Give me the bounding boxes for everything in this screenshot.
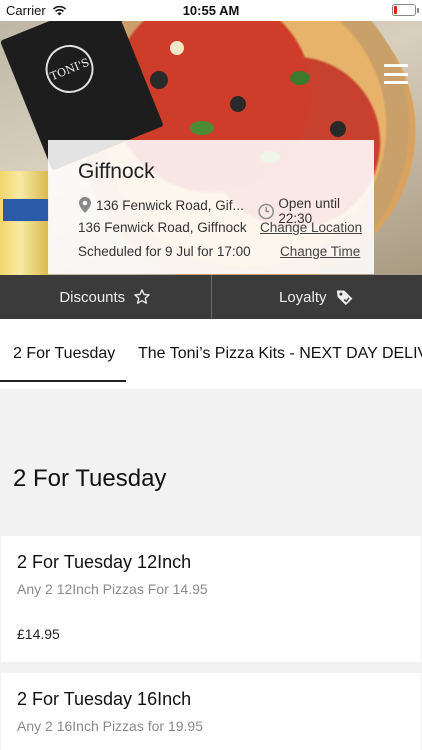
menu-item-card[interactable]: 2 For Tuesday 12Inch Any 2 12Inch Pizzas… [1, 536, 421, 662]
section-title: 2 For Tuesday [13, 465, 167, 492]
active-tab-indicator [0, 380, 126, 382]
location-pin-icon [79, 197, 91, 213]
schedule-row: Scheduled for 9 Jul for 17:00 Change Tim… [78, 244, 374, 268]
item-description: Any 2 16Inch Pizzas for 19.95 [17, 718, 203, 734]
store-address-short: 136 Fenwick Road, Gif... [96, 197, 244, 213]
item-name: 2 For Tuesday 16Inch [17, 689, 192, 709]
loyalty-label: Loyalty [278, 288, 327, 306]
tab-pizza-kits[interactable]: The Toni’s Pizza Kits - NEXT DAY DELIVER… [138, 345, 422, 363]
store-address-full: 136 Fenwick Road, Giffnock [78, 220, 247, 235]
menu-item-card[interactable]: 2 For Tuesday 16Inch Any 2 16Inch Pizzas… [1, 673, 421, 750]
store-info-card: Giffnock 136 Fenwick Road, Gif... Open u… [48, 140, 374, 274]
discounts-button[interactable]: Discounts [0, 275, 211, 319]
store-name: Giffnock [78, 160, 155, 183]
tag-icon [336, 290, 352, 306]
star-icon [134, 289, 150, 304]
change-location-link[interactable]: Change Location [260, 220, 362, 235]
location-row: 136 Fenwick Road, Giffnock Change Locati… [78, 220, 374, 244]
clock-icon [258, 203, 274, 219]
discounts-label: Discounts [59, 288, 126, 306]
can-label [3, 199, 49, 221]
scheduled-time: Scheduled for 9 Jul for 17:00 [78, 244, 251, 259]
hamburger-menu-icon[interactable] [384, 64, 408, 84]
item-description: Any 2 12Inch Pizzas For 14.95 [17, 581, 208, 597]
change-time-link[interactable]: Change Time [280, 244, 360, 259]
status-bar: Carrier 10:55 AM [0, 0, 422, 21]
loyalty-button[interactable]: Loyalty [212, 275, 422, 319]
leaflet-logo: TONI'S [38, 37, 101, 101]
tab-2-for-tuesday[interactable]: 2 For Tuesday [13, 345, 115, 363]
action-bar: Discounts Loyalty [0, 275, 422, 319]
item-price: £14.95 [17, 626, 60, 642]
status-time: 10:55 AM [182, 3, 240, 18]
item-name: 2 For Tuesday 12Inch [17, 552, 192, 572]
category-tabs: 2 For Tuesday The Toni’s Pizza Kits - NE… [0, 319, 422, 389]
battery-icon [392, 4, 419, 16]
drink-can-image [0, 171, 50, 275]
address-row: 136 Fenwick Road, Gif... Open until 22:3… [78, 196, 374, 226]
